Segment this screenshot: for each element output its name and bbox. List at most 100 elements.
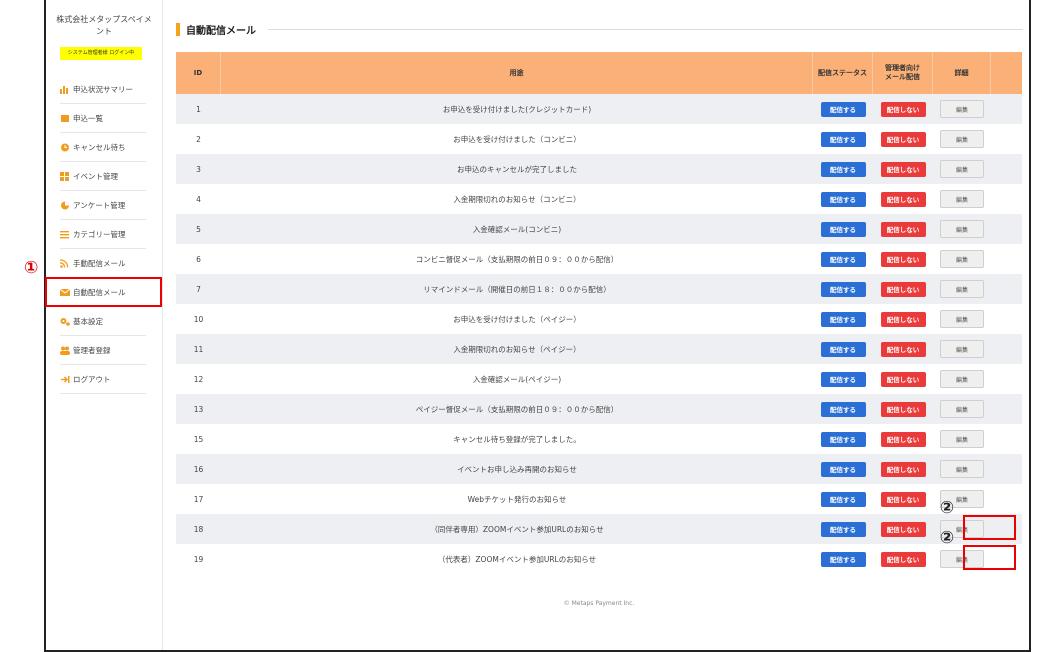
status-send-button[interactable]: 配信する [820, 401, 866, 417]
cell-detail: 編集 [933, 334, 991, 364]
sidebar-item-users[interactable]: 管理者登録 [60, 336, 146, 365]
sidebar-item-book[interactable]: 申込一覧 [60, 104, 146, 133]
status-send-button[interactable]: 配信する [820, 371, 866, 387]
sidebar-item-label: アンケート管理 [73, 200, 126, 210]
admin-no-send-button[interactable]: 配信しない [880, 161, 926, 177]
status-send-button[interactable]: 配信する [820, 221, 866, 237]
cell-admin: 配信しない [873, 484, 933, 514]
table-row: 1 お申込を受け付けました(クレジットカード) 配信する 配信しない 編集 [176, 94, 1022, 124]
sidebar-item-grid[interactable]: イベント管理 [60, 162, 146, 191]
sidebar-item-rss[interactable]: 手動配信メール [59, 249, 146, 278]
admin-no-send-button[interactable]: 配信しない [880, 341, 926, 357]
users-icon [60, 346, 70, 355]
admin-no-send-button[interactable]: 配信しない [880, 311, 926, 327]
admin-no-send-button[interactable]: 配信しない [880, 431, 926, 447]
sidebar: 株式会社メタップスペイメント システム管理者様 ログイン中 申込状況サマリー 申込… [46, 0, 163, 650]
status-send-button[interactable]: 配信する [820, 521, 866, 537]
company-name: 株式会社メタップスペイメント [56, 15, 152, 36]
admin-no-send-button[interactable]: 配信しない [880, 221, 926, 237]
edit-button[interactable]: 編集 [940, 100, 984, 118]
cell-status: 配信する [813, 154, 873, 184]
status-send-button[interactable]: 配信する [820, 341, 866, 357]
cell-detail: 編集 [933, 214, 991, 244]
sidebar-item-label: カテゴリー管理 [73, 229, 126, 239]
table-row: 10 お申込を受け付けました（ペイジー） 配信する 配信しない 編集 [176, 304, 1022, 334]
edit-button[interactable]: 編集 [940, 130, 984, 148]
cell-spacer [991, 484, 1022, 514]
status-send-button[interactable]: 配信する [820, 251, 866, 267]
sign-out-icon [60, 375, 70, 384]
sidebar-item-sign-out[interactable]: ログアウト [60, 365, 146, 394]
admin-no-send-button[interactable]: 配信しない [880, 131, 926, 147]
cell-use: リマインドメール（開催日の前日１８：００から配信） [423, 284, 611, 294]
cell-use: （同伴者専用）ZOOMイベント参加URLのお知らせ [430, 524, 604, 534]
admin-no-send-button[interactable]: 配信しない [880, 491, 926, 507]
cell-status: 配信する [813, 484, 873, 514]
status-send-button[interactable]: 配信する [820, 281, 866, 297]
cell-id: 12 [193, 374, 204, 384]
sidebar-item-clock[interactable]: キャンセル待ち [60, 133, 146, 162]
cell-detail: 編集 [933, 244, 991, 274]
admin-no-send-button[interactable]: 配信しない [880, 101, 926, 117]
edit-button[interactable]: 編集 [940, 370, 984, 388]
edit-button[interactable]: 編集 [940, 220, 984, 238]
cell-spacer [991, 154, 1022, 184]
status-send-button[interactable]: 配信する [820, 461, 866, 477]
cell-status: 配信する [813, 304, 873, 334]
cell-use: 入金期限切れのお知らせ（コンビニ） [453, 194, 581, 204]
edit-button[interactable]: 編集 [940, 430, 984, 448]
status-send-button[interactable]: 配信する [820, 431, 866, 447]
cell-admin: 配信しない [873, 394, 933, 424]
edit-button[interactable]: 編集 [940, 340, 984, 358]
status-send-button[interactable]: 配信する [820, 491, 866, 507]
sidebar-item-pie-chart[interactable]: アンケート管理 [60, 191, 146, 220]
admin-no-send-button[interactable]: 配信しない [880, 371, 926, 387]
admin-no-send-button[interactable]: 配信しない [880, 461, 926, 477]
cell-admin: 配信しない [873, 214, 933, 244]
admin-no-send-button[interactable]: 配信しない [880, 551, 926, 567]
gears-icon [60, 317, 70, 326]
rss-icon [59, 258, 70, 268]
cell-id: 11 [193, 344, 204, 354]
page-title-text: 自動配信メール [186, 26, 256, 37]
cell-admin: 配信しない [873, 334, 933, 364]
admin-no-send-button[interactable]: 配信しない [880, 401, 926, 417]
edit-button[interactable]: 編集 [940, 250, 984, 268]
cell-id: 18 [193, 524, 204, 534]
annotation-highlight-edit-19 [963, 545, 1016, 570]
admin-no-send-button[interactable]: 配信しない [880, 281, 926, 297]
cell-use: お申込を受け付けました（コンビニ） [453, 134, 581, 144]
table-row: 16 イベントお申し込み再開のお知らせ 配信する 配信しない 編集 [176, 454, 1022, 484]
admin-no-send-button[interactable]: 配信しない [880, 191, 926, 207]
cell-detail: 編集 [933, 274, 991, 304]
cell-detail: 編集 [933, 154, 991, 184]
edit-button[interactable]: 編集 [940, 280, 984, 298]
cell-status: 配信する [813, 514, 873, 544]
status-send-button[interactable]: 配信する [820, 131, 866, 147]
table-row: 2 お申込を受け付けました（コンビニ） 配信する 配信しない 編集 [176, 124, 1022, 154]
edit-button[interactable]: 編集 [940, 190, 984, 208]
cell-id: 4 [196, 194, 201, 204]
status-send-button[interactable]: 配信する [820, 191, 866, 207]
header-spacer [991, 52, 1022, 94]
status-send-button[interactable]: 配信する [820, 161, 866, 177]
status-send-button[interactable]: 配信する [820, 101, 866, 117]
cell-spacer [991, 94, 1022, 124]
cell-spacer [991, 304, 1022, 334]
status-send-button[interactable]: 配信する [820, 551, 866, 567]
sidebar-item-gears[interactable]: 基本設定 [60, 307, 146, 336]
cell-use: 入金確認メール(コンビニ) [472, 224, 562, 234]
admin-no-send-button[interactable]: 配信しない [880, 251, 926, 267]
status-send-button[interactable]: 配信する [820, 311, 866, 327]
edit-button[interactable]: 編集 [940, 160, 984, 178]
sidebar-item-bar-chart[interactable]: 申込状況サマリー [60, 75, 146, 104]
edit-button[interactable]: 編集 [940, 310, 984, 328]
cell-status: 配信する [813, 94, 873, 124]
edit-button[interactable]: 編集 [940, 460, 984, 478]
cell-spacer [991, 334, 1022, 364]
table-header: ID 用途 配信ステータス 管理者向け メール配信 詳細 [176, 52, 1022, 94]
table-row: 11 入金期限切れのお知らせ（ペイジー） 配信する 配信しない 編集 [176, 334, 1022, 364]
edit-button[interactable]: 編集 [940, 400, 984, 418]
admin-no-send-button[interactable]: 配信しない [880, 521, 926, 537]
sidebar-item-list[interactable]: カテゴリー管理 [60, 220, 146, 249]
